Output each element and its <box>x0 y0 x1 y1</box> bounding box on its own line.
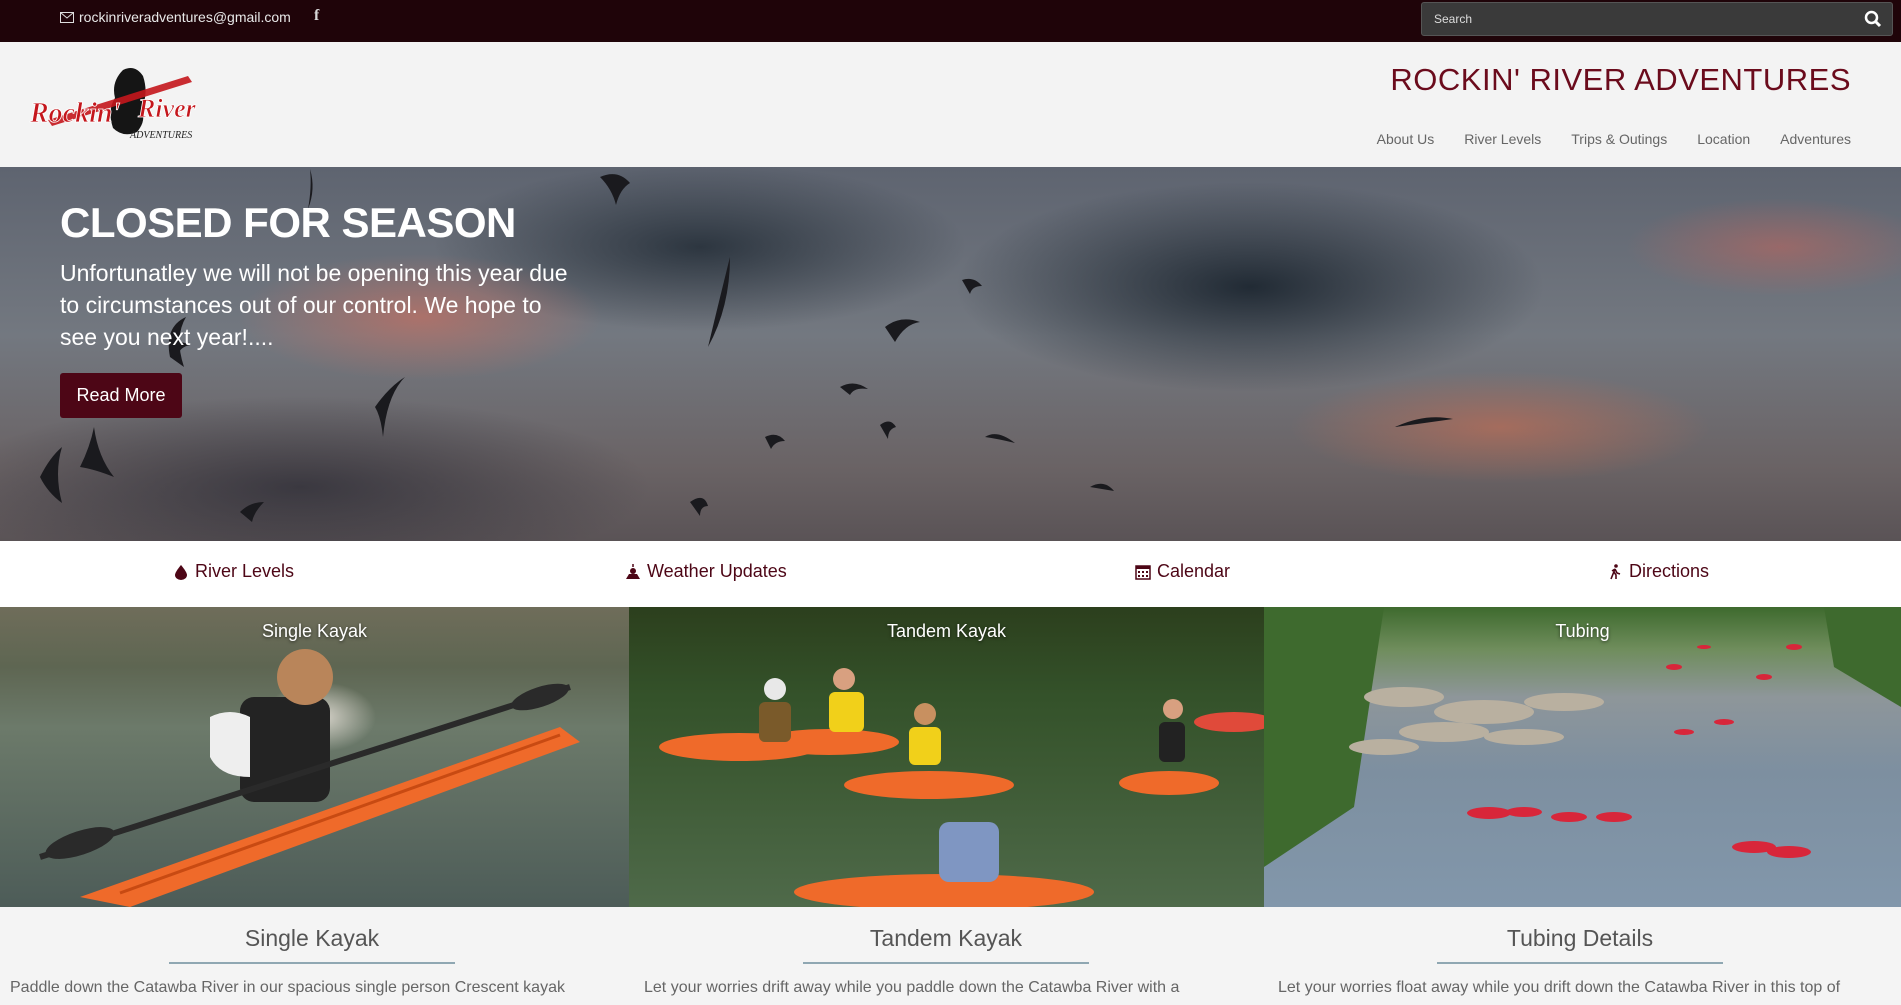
walking-icon <box>1610 563 1621 579</box>
quick-link-label: Calendar <box>1157 561 1231 581</box>
hero-banner: CLOSED FOR SEASON Unfortunatley we will … <box>0 167 1901 541</box>
tubing-details-title[interactable]: Tubing Details <box>1437 925 1723 964</box>
card-caption: Tubing <box>1555 621 1610 641</box>
top-bar: rockinriveradventures@gmail.com f <box>0 0 1901 42</box>
site-logo[interactable]: Rockin' River ADVENTURES <box>28 62 203 152</box>
card-caption: Tandem Kayak <box>886 621 1007 641</box>
facebook-icon[interactable]: f <box>314 7 319 25</box>
tubing-description: Let your worries float away while you dr… <box>1278 979 1841 996</box>
nav-location[interactable]: Location <box>1697 131 1750 147</box>
single-kayak-description: Paddle down the Catawba River in our spa… <box>10 979 565 996</box>
read-more-button[interactable]: Read More <box>60 373 182 418</box>
quick-link-label: Weather Updates <box>647 561 787 581</box>
svg-text:Rockin': Rockin' <box>29 98 120 129</box>
envelope-icon <box>60 11 74 23</box>
quick-links-bar: River Levels Weather Updates Calendar Di… <box>0 541 1901 607</box>
tandem-kayak-title[interactable]: Tandem Kayak <box>803 925 1089 964</box>
hero-text: Unfortunatley we will not be opening thi… <box>60 260 568 350</box>
email-text: rockinriveradventures@gmail.com <box>79 9 291 25</box>
tandem-kayak-description: Let your worries drift away while you pa… <box>644 979 1180 996</box>
calendar-icon <box>1135 564 1151 580</box>
nav-river-levels[interactable]: River Levels <box>1464 131 1541 147</box>
site-header: Rockin' River ADVENTURES ROCKIN' RIVER A… <box>0 42 1901 167</box>
quick-link-river-levels[interactable]: River Levels <box>173 561 294 582</box>
weather-icon <box>626 563 640 579</box>
search-input[interactable] <box>1422 3 1842 35</box>
nav-trips-outings[interactable]: Trips & Outings <box>1571 131 1667 147</box>
hero-title: CLOSED FOR SEASON <box>60 199 516 246</box>
card-details: Single Kayak Paddle down the Catawba Riv… <box>0 907 1901 1005</box>
single-kayak-title[interactable]: Single Kayak <box>169 925 455 964</box>
search-icon[interactable] <box>1864 10 1882 28</box>
main-nav: About Us River Levels Trips & Outings Lo… <box>1377 131 1851 147</box>
svg-text:ADVENTURES: ADVENTURES <box>129 130 192 141</box>
card-caption: Single Kayak <box>261 621 368 641</box>
nav-adventures[interactable]: Adventures <box>1780 131 1851 147</box>
quick-link-label: River Levels <box>195 561 295 581</box>
email-link[interactable]: rockinriveradventures@gmail.com <box>60 9 291 25</box>
quick-link-label: Directions <box>1629 561 1710 581</box>
nav-about-us[interactable]: About Us <box>1377 131 1435 147</box>
site-title: ROCKIN' RIVER ADVENTURES <box>1390 62 1851 97</box>
tubing-image[interactable]: Tubing <box>1264 607 1901 907</box>
quick-link-weather-updates[interactable]: Weather Updates <box>625 561 787 582</box>
single-kayak-image[interactable]: Single Kayak <box>0 607 629 907</box>
tandem-kayak-image[interactable]: Tandem Kayak <box>629 607 1264 907</box>
svg-text:River: River <box>137 94 197 123</box>
adventure-cards: Single Kayak Tandem Kayak Tubing <box>0 607 1901 907</box>
quick-link-calendar[interactable]: Calendar <box>1135 561 1230 582</box>
search-box <box>1421 2 1893 36</box>
quick-link-directions[interactable]: Directions <box>1607 561 1709 582</box>
drop-icon <box>175 564 187 580</box>
